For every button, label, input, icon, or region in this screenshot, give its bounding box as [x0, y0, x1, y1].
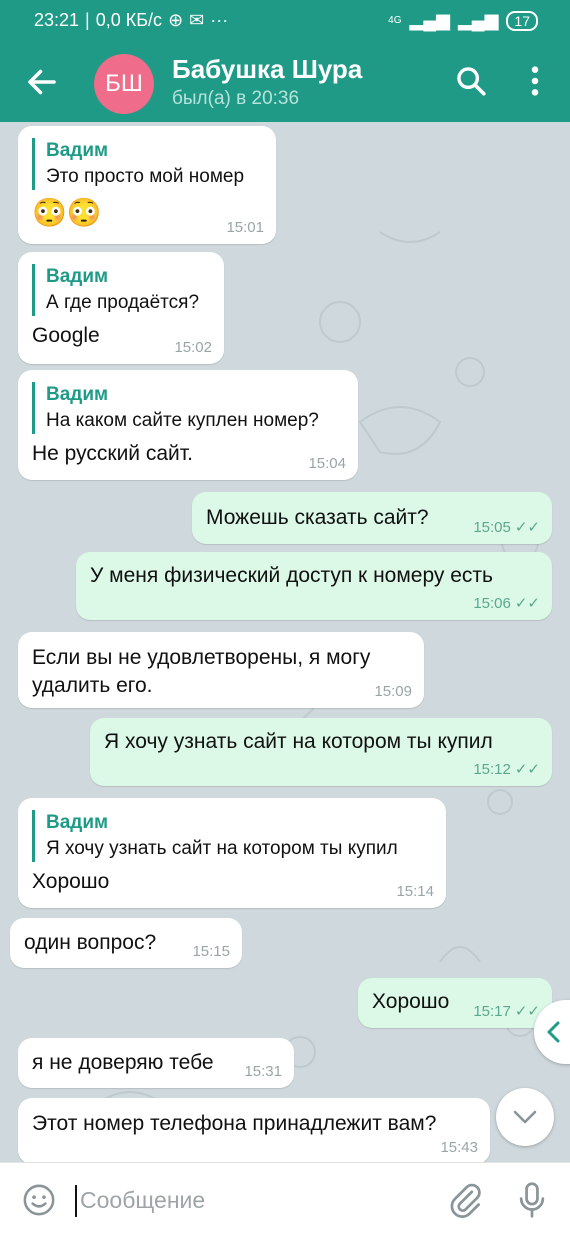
message-time: 15:17 ✓✓: [473, 1003, 540, 1020]
back-arrow-icon[interactable]: [24, 64, 60, 100]
quote-text: Это просто мой номер: [46, 166, 245, 187]
message-text: Можешь сказать сайт?: [206, 506, 429, 529]
message-text: Хорошо: [372, 990, 450, 1013]
message-time: 15:15: [192, 943, 230, 960]
message-time: 15:31: [244, 1063, 282, 1080]
message-time: 15:05 ✓✓: [473, 519, 540, 536]
chevron-down-icon: [513, 1110, 537, 1124]
message-text: Хорошо: [32, 870, 110, 893]
message-text: Я хочу узнать сайт на котором ты купил: [104, 730, 493, 753]
message-list[interactable]: Вадим Это просто мой номер 😳😳 15:01 Вади…: [0, 122, 570, 1162]
quote-author: Вадим: [46, 384, 109, 405]
mail-icon: ✉: [189, 10, 205, 30]
quote-text: Я хочу узнать сайт на котором ты купил: [46, 838, 398, 859]
message-text: я не доверяю тебе: [32, 1051, 214, 1074]
chat-header: БШ Бабушка Шура был(а) в 20:36: [0, 42, 570, 122]
attach-icon[interactable]: [448, 1181, 482, 1219]
reply-quote[interactable]: Вадим Это просто мой номер: [32, 138, 262, 190]
network-type: 4G: [388, 15, 402, 26]
battery-icon: 17: [506, 10, 538, 31]
more-options-icon[interactable]: [524, 64, 546, 98]
message-bubble[interactable]: Можешь сказать сайт? 15:05 ✓✓: [192, 492, 552, 544]
message-bubble[interactable]: Если вы не удовлетворены, я могу удалить…: [18, 632, 424, 708]
message-bubble[interactable]: Хорошо 15:17 ✓✓: [358, 978, 552, 1028]
message-time: 15:09: [374, 683, 412, 700]
quote-author: Вадим: [46, 812, 109, 833]
reply-quote[interactable]: Вадим На каком сайте куплен номер?: [32, 382, 344, 434]
read-checks-icon: ✓✓: [514, 761, 540, 778]
emoji-icon[interactable]: [22, 1183, 56, 1217]
message-bubble[interactable]: Вадим На каком сайте куплен номер? Не ру…: [18, 370, 358, 480]
message-bubble[interactable]: У меня физический доступ к номеру есть 1…: [76, 552, 552, 620]
signal-icon-2: ▂▄▆: [457, 10, 499, 30]
message-input[interactable]: [80, 1183, 440, 1217]
message-text: один вопрос?: [24, 931, 157, 954]
text-cursor: [75, 1185, 77, 1217]
search-icon[interactable]: [454, 64, 488, 98]
message-bubble[interactable]: Вадим А где продаётся? Google 15:02: [18, 252, 224, 364]
status-speed: 0,0 КБ/с: [95, 10, 163, 30]
read-checks-icon: ✓✓: [514, 519, 540, 536]
message-time: 15:12 ✓✓: [473, 761, 540, 778]
message-time: 15:04: [308, 455, 346, 472]
message-time: 15:14: [396, 883, 434, 900]
more-notifications-icon: ···: [210, 10, 229, 30]
message-text: У меня физический доступ к номеру есть: [90, 564, 493, 587]
message-time: 15:02: [174, 339, 212, 356]
message-bubble[interactable]: Этот номер телефона принадлежит вам? 15:…: [18, 1098, 490, 1162]
status-bar: 23:21 | 0,0 КБ/с ⊕ ✉ ··· 4G ▂▄▆ ▂▄▆ 17: [0, 0, 570, 42]
last-seen-status: был(а) в 20:36: [172, 88, 300, 109]
reply-quote[interactable]: Вадим А где продаётся?: [32, 264, 210, 316]
message-composer: [0, 1162, 570, 1237]
message-bubble[interactable]: Вадим Я хочу узнать сайт на котором ты к…: [18, 798, 446, 908]
microphone-icon[interactable]: [518, 1181, 546, 1219]
status-time: 23:21: [34, 10, 80, 30]
message-time: 15:43: [440, 1139, 478, 1156]
message-time: 15:01: [226, 219, 264, 236]
quote-author: Вадим: [46, 140, 109, 161]
location-icon: ⊕: [168, 10, 184, 30]
quote-text: А где продаётся?: [46, 292, 200, 313]
message-time: 15:06 ✓✓: [473, 595, 540, 612]
message-bubble[interactable]: Вадим Это просто мой номер 😳😳 15:01: [18, 126, 276, 244]
message-bubble[interactable]: Я хочу узнать сайт на котором ты купил 1…: [90, 718, 552, 786]
chevron-left-icon: [547, 1021, 560, 1043]
message-text: Не русский сайт.: [32, 442, 193, 465]
message-bubble[interactable]: один вопрос? 15:15: [10, 918, 242, 968]
message-bubble[interactable]: я не доверяю тебе 15:31: [18, 1038, 294, 1088]
message-text: Этот номер телефона принадлежит вам?: [32, 1112, 437, 1135]
quote-text: На каком сайте куплен номер?: [46, 410, 319, 431]
avatar[interactable]: БШ: [94, 54, 154, 114]
quote-author: Вадим: [46, 266, 109, 287]
signal-icon: ▂▄▆: [409, 10, 450, 30]
scroll-to-bottom-button[interactable]: [496, 1088, 554, 1146]
chat-title[interactable]: Бабушка Шура: [172, 54, 362, 85]
message-text: Если вы не удовлетворены, я могу удалить…: [32, 646, 371, 697]
read-checks-icon: ✓✓: [514, 595, 540, 612]
reply-quote[interactable]: Вадим Я хочу узнать сайт на котором ты к…: [32, 810, 432, 862]
